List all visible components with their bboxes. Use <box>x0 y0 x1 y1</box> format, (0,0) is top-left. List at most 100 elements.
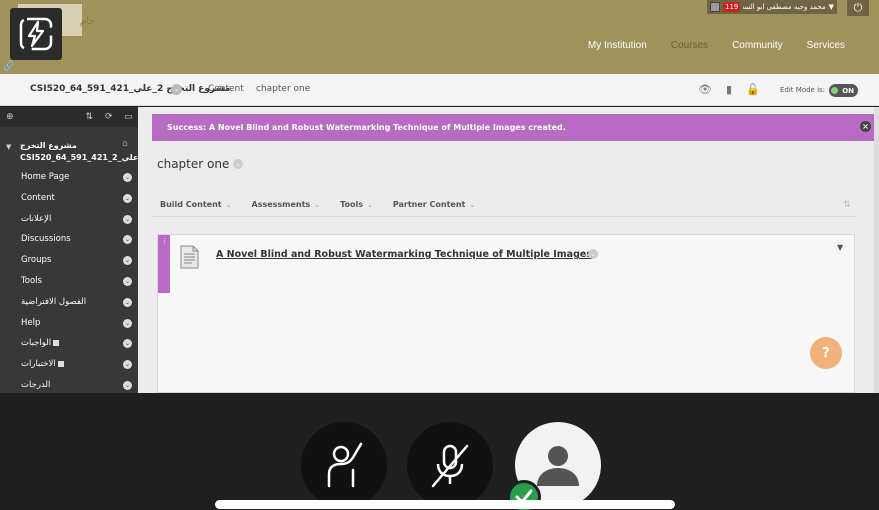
user-silhouette-icon <box>537 446 579 486</box>
mute-microphone-button[interactable] <box>407 422 493 508</box>
raise-hand-button[interactable] <box>301 422 387 508</box>
sidebar-item-tests[interactable]: الاختبارات ⌄ <box>0 354 138 375</box>
breadcrumb-tools: 👁 ▮ 🔓 <box>698 83 760 96</box>
menu-options-icon[interactable]: ⌄ <box>123 318 132 328</box>
chevron-down-icon: ⌄ <box>366 201 373 209</box>
folder-view-icon[interactable]: ▭ <box>119 107 139 127</box>
hidden-square-icon <box>57 360 64 367</box>
help-label: ? <box>822 345 830 361</box>
tab-community[interactable]: Community <box>732 40 783 51</box>
user-menu[interactable]: 119 محمد وجيه مصطفى ابو السعود ▼ <box>707 0 837 14</box>
chevron-down-icon: ▼ <box>828 3 834 11</box>
action-label: Partner Content <box>392 200 466 209</box>
menu-options-icon[interactable]: ⌄ <box>123 297 132 307</box>
main-nav: My Institution Courses Community Service… <box>588 40 845 51</box>
main-content: Success: A Novel Blind and Robust Waterm… <box>138 107 879 393</box>
sidebar-item-virtual-classes[interactable]: الفصول الافتراضية ⌄ <box>0 292 138 313</box>
tab-my-institution[interactable]: My Institution <box>588 40 647 51</box>
sidebar-item-content[interactable]: Content ⌄ <box>0 188 138 209</box>
action-label: Build Content <box>160 200 222 209</box>
user-name: محمد وجيه مصطفى ابو السعود <box>743 3 826 11</box>
menu-options-icon[interactable]: ⌄ <box>123 339 132 349</box>
lock-icon[interactable]: 🔓 <box>746 83 760 96</box>
tab-courses[interactable]: Courses <box>671 40 708 51</box>
chevron-down-icon[interactable]: ▼ <box>837 243 843 252</box>
refresh-icon[interactable]: ⟳ <box>99 107 119 127</box>
breadcrumb-course[interactable]: CSI520_64_591_421_مشروع التخرج 2_علي <box>30 84 230 94</box>
home-indicator[interactable] <box>215 500 675 509</box>
sort-icon[interactable]: ⇅ <box>843 200 851 210</box>
preview-eye-icon[interactable]: 👁 <box>698 83 712 96</box>
edit-mode-value: ON <box>842 86 854 95</box>
document-icon <box>178 245 200 269</box>
assessments-menu[interactable]: Assessments ⌄ <box>252 200 321 209</box>
sidebar-item-assignments[interactable]: الواجبات ⌄ <box>0 333 138 354</box>
menu-options-icon[interactable]: ⌄ <box>123 235 132 245</box>
sidebar-course-line2: CSI520_64_591_421_2_علي <box>20 153 139 162</box>
bookmark-icon[interactable]: ▮ <box>726 83 732 96</box>
menu-options-icon[interactable]: ⌄ <box>123 360 132 370</box>
sidebar-item-label: Groups <box>21 255 52 266</box>
link-icon[interactable]: 🔗 <box>3 62 14 72</box>
close-icon[interactable]: × <box>860 121 871 132</box>
edit-mode-toggle[interactable]: ON <box>829 84 858 97</box>
menu-options-icon[interactable]: ⌄ <box>123 256 132 266</box>
page-options-icon[interactable]: ⌄ <box>233 159 244 169</box>
add-menu-item-icon[interactable]: ⊕ <box>0 107 20 127</box>
sidebar-item-label: Discussions <box>21 234 71 245</box>
sidebar-item-home-page[interactable]: Home Page ⌄ <box>0 167 138 188</box>
sidebar-course-name[interactable]: مشروع التخرج CSI520_64_591_421_2_علي <box>20 140 139 164</box>
build-content-menu[interactable]: Build Content ⌄ <box>160 200 232 209</box>
sidebar-item-help[interactable]: Help ⌄ <box>0 313 138 334</box>
menu-options-icon[interactable]: ⌄ <box>123 276 132 286</box>
microphone-off-icon <box>431 444 469 488</box>
sidebar-item-label: Content <box>21 192 55 203</box>
chevron-down-icon: ⌄ <box>225 201 232 209</box>
chevron-down-icon: ⌄ <box>314 201 321 209</box>
sidebar-item-groups[interactable]: Groups ⌄ <box>0 250 138 271</box>
help-button[interactable]: ? <box>810 337 842 369</box>
reorder-icon[interactable]: ⇅ <box>80 107 100 127</box>
sidebar-item-label: الواجبات <box>21 338 52 349</box>
app-shortcut-icon[interactable] <box>10 8 62 60</box>
sidebar-item-label: الفصول الافتراضية <box>21 296 87 307</box>
breadcrumb-chapter: chapter one <box>256 84 311 94</box>
sidebar-item-label: Home Page <box>21 172 70 182</box>
sidebar-item-announcements[interactable]: الإعلانات ⌄ <box>0 209 138 230</box>
collapse-arrow-icon[interactable]: ▼ <box>6 143 11 151</box>
toggle-knob <box>831 87 838 94</box>
breadcrumb-content[interactable]: Content <box>208 84 244 94</box>
item-options-icon[interactable]: ⌄ <box>588 249 598 259</box>
content-area <box>157 293 855 393</box>
scrollbar[interactable] <box>874 107 879 393</box>
logout-button[interactable]: ⏻ <box>847 0 869 16</box>
sidebar-item-discussions[interactable]: Discussions ⌄ <box>0 229 138 250</box>
edit-mode-label: Edit Mode is: <box>780 86 826 94</box>
menu-options-icon[interactable]: ⌄ <box>123 380 132 390</box>
item-title-link[interactable]: A Novel Blind and Robust Watermarking Te… <box>216 249 592 260</box>
partner-content-menu[interactable]: Partner Content ⌄ <box>393 200 475 209</box>
page-title-text: chapter one <box>157 157 230 171</box>
home-icon[interactable]: ⌂ <box>122 139 128 149</box>
tools-menu[interactable]: Tools ⌄ <box>340 200 373 209</box>
sidebar-course-line1: مشروع التخرج <box>20 141 77 150</box>
menu-options-icon[interactable]: ⌄ <box>123 193 132 203</box>
user-avatar <box>710 2 720 12</box>
action-bar: Build Content ⌄ Assessments ⌄ Tools ⌄ Partn… <box>152 193 857 217</box>
power-icon: ⏻ <box>853 1 863 14</box>
drag-handle[interactable]: ⋮ <box>158 235 170 293</box>
sidebar-item-label: الإعلانات <box>21 213 52 224</box>
success-banner: Success: A Novel Blind and Robust Waterm… <box>152 114 875 141</box>
menu-options-icon[interactable]: ⌄ <box>123 214 132 224</box>
menu-options-icon[interactable]: ⌄ <box>123 173 132 182</box>
tab-services[interactable]: Services <box>807 40 845 51</box>
sidebar-item-label: Help <box>21 317 41 328</box>
success-message: Success: A Novel Blind and Robust Waterm… <box>167 123 566 132</box>
call-controls-bar <box>0 393 879 510</box>
top-banner: جام 🔗 119 محمد وجيه مصطفى ابو السعود ▼ ⏻… <box>0 0 879 74</box>
sidebar-item-tools[interactable]: Tools ⌄ <box>0 271 138 292</box>
sidebar-toolbar: ⊕ ⇅ ⟳ ▭ <box>0 107 138 127</box>
sidebar-item-label: الاختبارات <box>21 359 56 370</box>
raise-hand-icon <box>327 442 363 488</box>
course-options-icon[interactable]: ⌄ <box>171 84 182 95</box>
